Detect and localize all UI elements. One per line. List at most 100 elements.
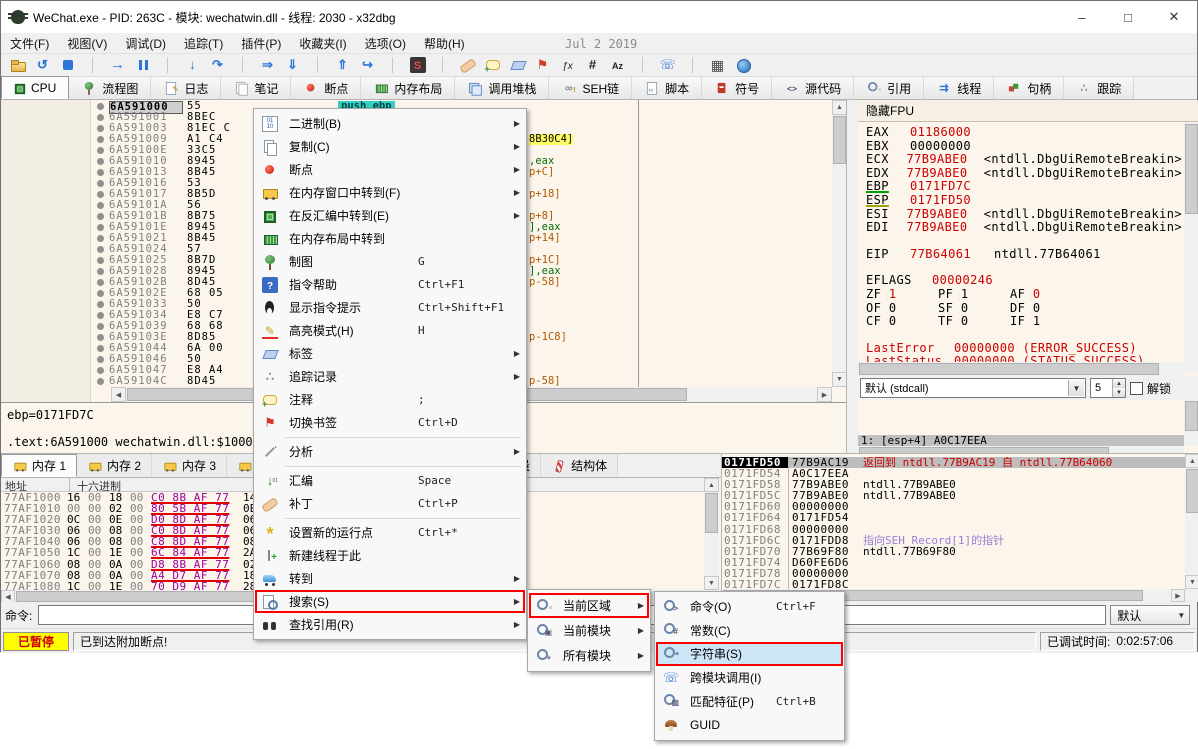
unlock-checkbox[interactable] bbox=[1130, 382, 1143, 395]
registers-horizontal-scrollbar[interactable] bbox=[858, 362, 1184, 376]
chevron-down-icon[interactable]: ▼ bbox=[1177, 611, 1185, 620]
scroll-left-icon[interactable]: ◀ bbox=[111, 387, 126, 402]
context-menu-item[interactable]: 常数(C) ▶ bbox=[656, 619, 843, 643]
breakpoint-dot-icon[interactable] bbox=[97, 180, 104, 187]
breakpoint-dot-icon[interactable] bbox=[97, 224, 104, 231]
toolbar-button[interactable] bbox=[555, 55, 580, 75]
context-menu-item[interactable]: 补丁 Ctrl+P ▶ bbox=[255, 492, 525, 515]
register-row[interactable]: EAX 01186000 bbox=[866, 126, 1182, 140]
view-tab[interactable]: 断点 bbox=[291, 77, 361, 99]
breakpoint-dot-icon[interactable] bbox=[97, 169, 104, 176]
context-menu-item[interactable]: 设置新的运行点 Ctrl+* ▶ bbox=[255, 521, 525, 544]
breakpoint-dot-icon[interactable] bbox=[97, 312, 104, 319]
breakpoint-dot-icon[interactable] bbox=[97, 246, 104, 253]
flag-cell[interactable]: SF 0 bbox=[938, 302, 1010, 316]
scrollbar-thumb[interactable] bbox=[1185, 401, 1198, 431]
context-menu-item[interactable]: 注释 ; ▶ bbox=[255, 388, 525, 411]
toolbar-button[interactable] bbox=[255, 55, 280, 75]
breakpoint-dot-icon[interactable] bbox=[97, 356, 104, 363]
register-row[interactable]: ESP 0171FD50 bbox=[866, 194, 1182, 208]
menu-bar-item[interactable]: 文件(F) bbox=[1, 33, 58, 54]
context-menu-item[interactable]: 在内存窗口中转到(F) ▶ bbox=[255, 181, 525, 204]
breakpoint-dot-icon[interactable] bbox=[97, 103, 104, 110]
context-menu-item[interactable]: 汇编 Space ▶ bbox=[255, 469, 525, 492]
context-menu-item[interactable]: 显示指令提示 Ctrl+Shift+F1 ▶ bbox=[255, 296, 525, 319]
context-menu-item[interactable]: 追踪记录 ▶ bbox=[255, 365, 525, 388]
scroll-right-icon[interactable]: ▶ bbox=[817, 387, 832, 402]
spinner-buttons[interactable]: ▲▼ bbox=[1112, 379, 1125, 397]
menu-bar-item[interactable]: 视图(V) bbox=[58, 33, 116, 54]
toolbar-button[interactable] bbox=[5, 55, 30, 75]
menu-bar-item[interactable]: 插件(P) bbox=[232, 33, 290, 54]
toolbar-button[interactable] bbox=[480, 55, 505, 75]
toolbar-button[interactable] bbox=[55, 55, 80, 75]
toolbar-button[interactable] bbox=[530, 55, 555, 75]
breakpoint-dot-icon[interactable] bbox=[97, 378, 104, 385]
calling-convention-select[interactable]: 默认 (stdcall) ▼ bbox=[860, 378, 1086, 398]
breakpoint-dot-icon[interactable] bbox=[97, 290, 104, 297]
register-row[interactable]: EIP 77B64061 ntdll.77B64061 bbox=[866, 248, 1182, 262]
scrollbar-thumb[interactable] bbox=[859, 363, 1159, 375]
dump-tab[interactable]: 内存 3 bbox=[152, 454, 227, 477]
toolbar-button[interactable] bbox=[355, 55, 380, 75]
stack-row[interactable]: 0171FD68 00000000 bbox=[722, 524, 1185, 535]
context-menu-item[interactable]: 在反汇编中转到(E) ▶ bbox=[255, 204, 525, 227]
context-menu-item[interactable]: 转到 ▶ bbox=[255, 567, 525, 590]
breakpoint-dot-icon[interactable] bbox=[97, 334, 104, 341]
flag-cell[interactable]: AF 0 bbox=[1010, 288, 1082, 302]
breakpoint-dot-icon[interactable] bbox=[97, 257, 104, 264]
context-menu-item[interactable]: 切换书签 Ctrl+D ▶ bbox=[255, 411, 525, 434]
toolbar-button[interactable] bbox=[180, 55, 205, 75]
register-row[interactable]: ECX 77B9ABE0 <ntdll.DbgUiRemoteBreakin> bbox=[866, 153, 1182, 167]
toolbar-button[interactable] bbox=[155, 55, 180, 75]
toolbar-button[interactable] bbox=[655, 55, 680, 75]
toolbar-button[interactable] bbox=[80, 55, 105, 75]
view-tab[interactable]: 线程 bbox=[924, 77, 994, 99]
view-tab[interactable]: 笔记 bbox=[221, 77, 291, 99]
toolbar-button[interactable] bbox=[630, 55, 655, 75]
breakpoint-dot-icon[interactable] bbox=[97, 136, 104, 143]
context-menu-item[interactable]: 标签 ▶ bbox=[255, 342, 525, 365]
stack-rows[interactable]: 0171FD50 77B9AC19 返回到 ntdll.77B9AC19 自 n… bbox=[722, 457, 1185, 590]
scrollbar-thumb[interactable] bbox=[1186, 469, 1198, 513]
breakpoint-dot-icon[interactable] bbox=[97, 367, 104, 374]
toolbar-button[interactable] bbox=[30, 55, 55, 75]
breakpoint-dot-icon[interactable] bbox=[97, 114, 104, 121]
register-row[interactable]: EBX 00000000 bbox=[866, 140, 1182, 154]
toolbar-button[interactable] bbox=[230, 55, 255, 75]
registers-vertical-scrollbar[interactable] bbox=[1184, 122, 1198, 373]
toolbar-button[interactable] bbox=[430, 55, 455, 75]
toolbar-button[interactable] bbox=[205, 55, 230, 75]
breakpoint-dot-icon[interactable] bbox=[97, 213, 104, 220]
context-menu-item[interactable]: 查找引用(R) ▶ bbox=[255, 613, 525, 636]
breakpoint-dot-icon[interactable] bbox=[97, 301, 104, 308]
dump-vertical-scrollbar[interactable]: ▲ ▼ bbox=[704, 478, 719, 590]
toolbar-button[interactable] bbox=[330, 55, 355, 75]
context-menu-item[interactable]: 命令(O) Ctrl+F ▶ bbox=[656, 595, 843, 619]
menu-bar-item[interactable]: 帮助(H) bbox=[415, 33, 474, 54]
scrollbar-thumb[interactable] bbox=[833, 116, 846, 164]
register-row[interactable]: EDX 77B9ABE0 <ntdll.DbgUiRemoteBreakin> bbox=[866, 167, 1182, 181]
flag-cell[interactable]: TF 0 bbox=[938, 315, 1010, 329]
arguments-vertical-scrollbar[interactable] bbox=[1184, 400, 1198, 446]
scroll-right-icon[interactable]: ▶ bbox=[1171, 589, 1185, 602]
view-tab[interactable]: 内存布局 bbox=[361, 77, 455, 99]
disasm-vertical-scrollbar[interactable]: ▲ ▼ bbox=[832, 100, 847, 387]
spin-up-icon[interactable]: ▲ bbox=[1113, 379, 1125, 388]
scroll-up-icon[interactable]: ▲ bbox=[1185, 454, 1198, 468]
flag-cell[interactable]: PF 1 bbox=[938, 288, 1010, 302]
toolbar-button[interactable] bbox=[455, 55, 480, 75]
view-tab[interactable]: 跟踪 bbox=[1064, 77, 1134, 99]
command-profile-select[interactable]: 默认 ▼ bbox=[1110, 605, 1190, 625]
context-menu-item[interactable]: 制图 G ▶ bbox=[255, 250, 525, 273]
register-row[interactable]: ESI 77B9ABE0 <ntdll.DbgUiRemoteBreakin> bbox=[866, 208, 1182, 222]
view-tab[interactable]: SEH链 bbox=[549, 77, 632, 99]
view-tab[interactable]: 脚本 bbox=[632, 77, 702, 99]
register-row[interactable]: EBP 0171FD7C bbox=[866, 180, 1182, 194]
flag-cell[interactable]: CF 0 bbox=[866, 315, 938, 329]
scroll-down-icon[interactable]: ▼ bbox=[704, 576, 719, 590]
context-menu-item[interactable]: 字符串(S) ▶ bbox=[656, 642, 843, 666]
register-row[interactable]: EDI 77B9ABE0 <ntdll.DbgUiRemoteBreakin> bbox=[866, 221, 1182, 235]
hide-fpu-button[interactable]: 隐藏FPU bbox=[858, 100, 1198, 122]
menu-bar-item[interactable]: 选项(O) bbox=[356, 33, 415, 54]
